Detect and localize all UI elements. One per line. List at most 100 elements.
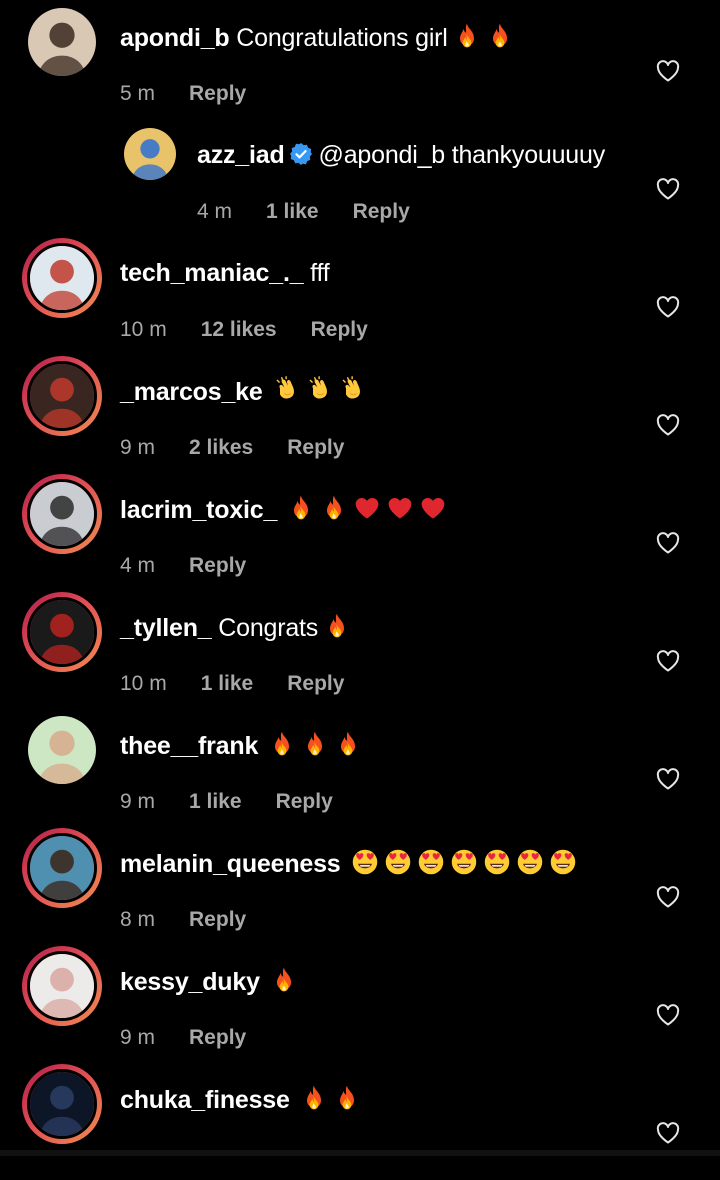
avatar[interactable]: [27, 597, 97, 667]
avatar[interactable]: [27, 479, 97, 549]
avatar-story-ring[interactable]: [22, 1064, 102, 1144]
avatar[interactable]: [27, 361, 97, 431]
comment-row: apondi_b Congratulations girl 5 m Reply: [0, 0, 720, 118]
fire-emoji-icon: [333, 1084, 361, 1112]
clap-emoji-icon: [273, 376, 301, 404]
avatar[interactable]: [124, 128, 176, 180]
fire-emoji-icon: [300, 1084, 328, 1112]
avatar-wrap[interactable]: [22, 2, 102, 82]
avatar-story-ring[interactable]: [22, 592, 102, 672]
reply-button[interactable]: Reply: [189, 1026, 246, 1049]
avatar-story-ring[interactable]: [22, 946, 102, 1026]
avatar[interactable]: [27, 1069, 97, 1139]
comment-text-line: kessy_duky: [120, 966, 298, 997]
like-heart-icon[interactable]: [656, 768, 680, 790]
comment-timestamp: 9 m: [120, 1026, 156, 1049]
fire-emoji-icon: [486, 22, 514, 50]
comment-timestamp: 4 m: [197, 200, 233, 223]
avatar-story-ring[interactable]: [22, 238, 102, 318]
like-heart-icon[interactable]: [656, 650, 680, 672]
comment-username[interactable]: thee__frank: [120, 732, 258, 760]
comment-meta: 9 m 1 like Reply: [120, 790, 367, 814]
heart-eyes-emoji-icon: [351, 848, 379, 876]
avatar-story-ring[interactable]: [22, 828, 102, 908]
heart-eyes-emoji-icon: [516, 848, 544, 876]
reply-button[interactable]: Reply: [287, 436, 344, 459]
comment-meta: 4 m Reply: [120, 554, 280, 578]
comment-body: Congrats: [218, 614, 319, 642]
comment-body: Congratulations girl: [236, 24, 448, 52]
heart-eyes-emoji-icon: [384, 848, 412, 876]
reply-button[interactable]: Reply: [311, 318, 368, 341]
comment-meta: 4 m 1 like Reply: [197, 200, 444, 224]
comment-username[interactable]: apondi_b: [120, 24, 230, 52]
reply-button[interactable]: Reply: [189, 908, 246, 931]
comment-username[interactable]: chuka_finesse: [120, 1086, 290, 1114]
like-heart-icon[interactable]: [656, 60, 680, 82]
comment-username[interactable]: azz_iad: [197, 141, 285, 169]
like-heart-icon[interactable]: [656, 1122, 680, 1144]
comment-meta: 10 m 12 likes Reply: [120, 318, 402, 342]
like-heart-icon[interactable]: [656, 886, 680, 908]
comment-text-line: _marcos_ke: [120, 376, 367, 407]
comment-username[interactable]: tech_maniac_._: [120, 259, 304, 287]
comment-username[interactable]: _marcos_ke: [120, 378, 263, 406]
comment-like-count[interactable]: 1 like: [201, 672, 254, 695]
comment-meta: 10 m 1 like Reply: [120, 672, 378, 696]
comment-username[interactable]: lacrim_toxic_: [120, 496, 277, 524]
comment-like-count[interactable]: 1 like: [266, 200, 319, 223]
comment-body: fff: [310, 259, 330, 287]
comment-row: tech_maniac_._ fff 10 m 12 likes Reply: [0, 236, 720, 354]
avatar-wrap[interactable]: [22, 710, 102, 790]
fire-emoji-icon: [323, 612, 351, 640]
comment-body: @apondi_b thankyouuuuy: [318, 141, 606, 169]
heart-eyes-emoji-icon: [417, 848, 445, 876]
comment-row: melanin_queeness 8 m Reply: [0, 826, 720, 944]
like-heart-icon[interactable]: [656, 1004, 680, 1026]
avatar-story-ring[interactable]: [22, 356, 102, 436]
reply-button[interactable]: Reply: [353, 200, 410, 223]
comment-text-line: _tyllen_ Congrats: [120, 612, 351, 643]
like-heart-icon[interactable]: [656, 296, 680, 318]
comment-timestamp: 10 m: [120, 672, 167, 695]
comment-timestamp: 8 m: [120, 908, 156, 931]
comment-like-count[interactable]: 2 likes: [189, 436, 253, 459]
comment-timestamp: 10 m: [120, 318, 167, 341]
comment-row: _marcos_ke 9 m 2 likes Reply: [0, 354, 720, 472]
fire-emoji-icon: [301, 730, 329, 758]
comment-like-count[interactable]: 12 likes: [201, 318, 277, 341]
avatar[interactable]: [27, 243, 97, 313]
reply-button[interactable]: Reply: [287, 672, 344, 695]
comment-row: lacrim_toxic_ 4 m Reply: [0, 472, 720, 590]
avatar-story-ring[interactable]: [22, 474, 102, 554]
reply-button[interactable]: Reply: [189, 554, 246, 577]
heart-emoji-icon: [386, 494, 414, 522]
avatar[interactable]: [28, 8, 96, 76]
comment-text-line: chuka_finesse: [120, 1084, 361, 1115]
like-heart-icon[interactable]: [656, 414, 680, 436]
reply-button[interactable]: Reply: [276, 790, 333, 813]
like-heart-icon[interactable]: [656, 178, 680, 200]
comment-username[interactable]: melanin_queeness: [120, 850, 341, 878]
comment-row: chuka_finesse: [0, 1062, 720, 1180]
verified-badge-icon: [289, 143, 312, 165]
avatar[interactable]: [27, 833, 97, 903]
avatar-wrap[interactable]: [122, 126, 178, 182]
comment-row: thee__frank 9 m 1 like Reply: [0, 708, 720, 826]
like-heart-icon[interactable]: [656, 532, 680, 554]
comment-text-line: tech_maniac_._ fff: [120, 258, 330, 288]
comment-like-count[interactable]: 1 like: [189, 790, 242, 813]
comment-username[interactable]: kessy_duky: [120, 968, 260, 996]
clap-emoji-icon: [339, 376, 367, 404]
reply-button[interactable]: Reply: [189, 82, 246, 105]
comment-text-line: melanin_queeness: [120, 848, 577, 879]
avatar[interactable]: [27, 951, 97, 1021]
comment-text-line: azz_iad @apondi_b thankyouuuuy: [197, 140, 605, 170]
comment-text-line: thee__frank: [120, 730, 362, 761]
comment-timestamp: 5 m: [120, 82, 156, 105]
comment-username[interactable]: _tyllen_: [120, 614, 212, 642]
comment-text-line: lacrim_toxic_: [120, 494, 447, 525]
comment-timestamp: 9 m: [120, 436, 156, 459]
comment-meta: 9 m 2 likes Reply: [120, 436, 378, 460]
avatar[interactable]: [28, 716, 96, 784]
